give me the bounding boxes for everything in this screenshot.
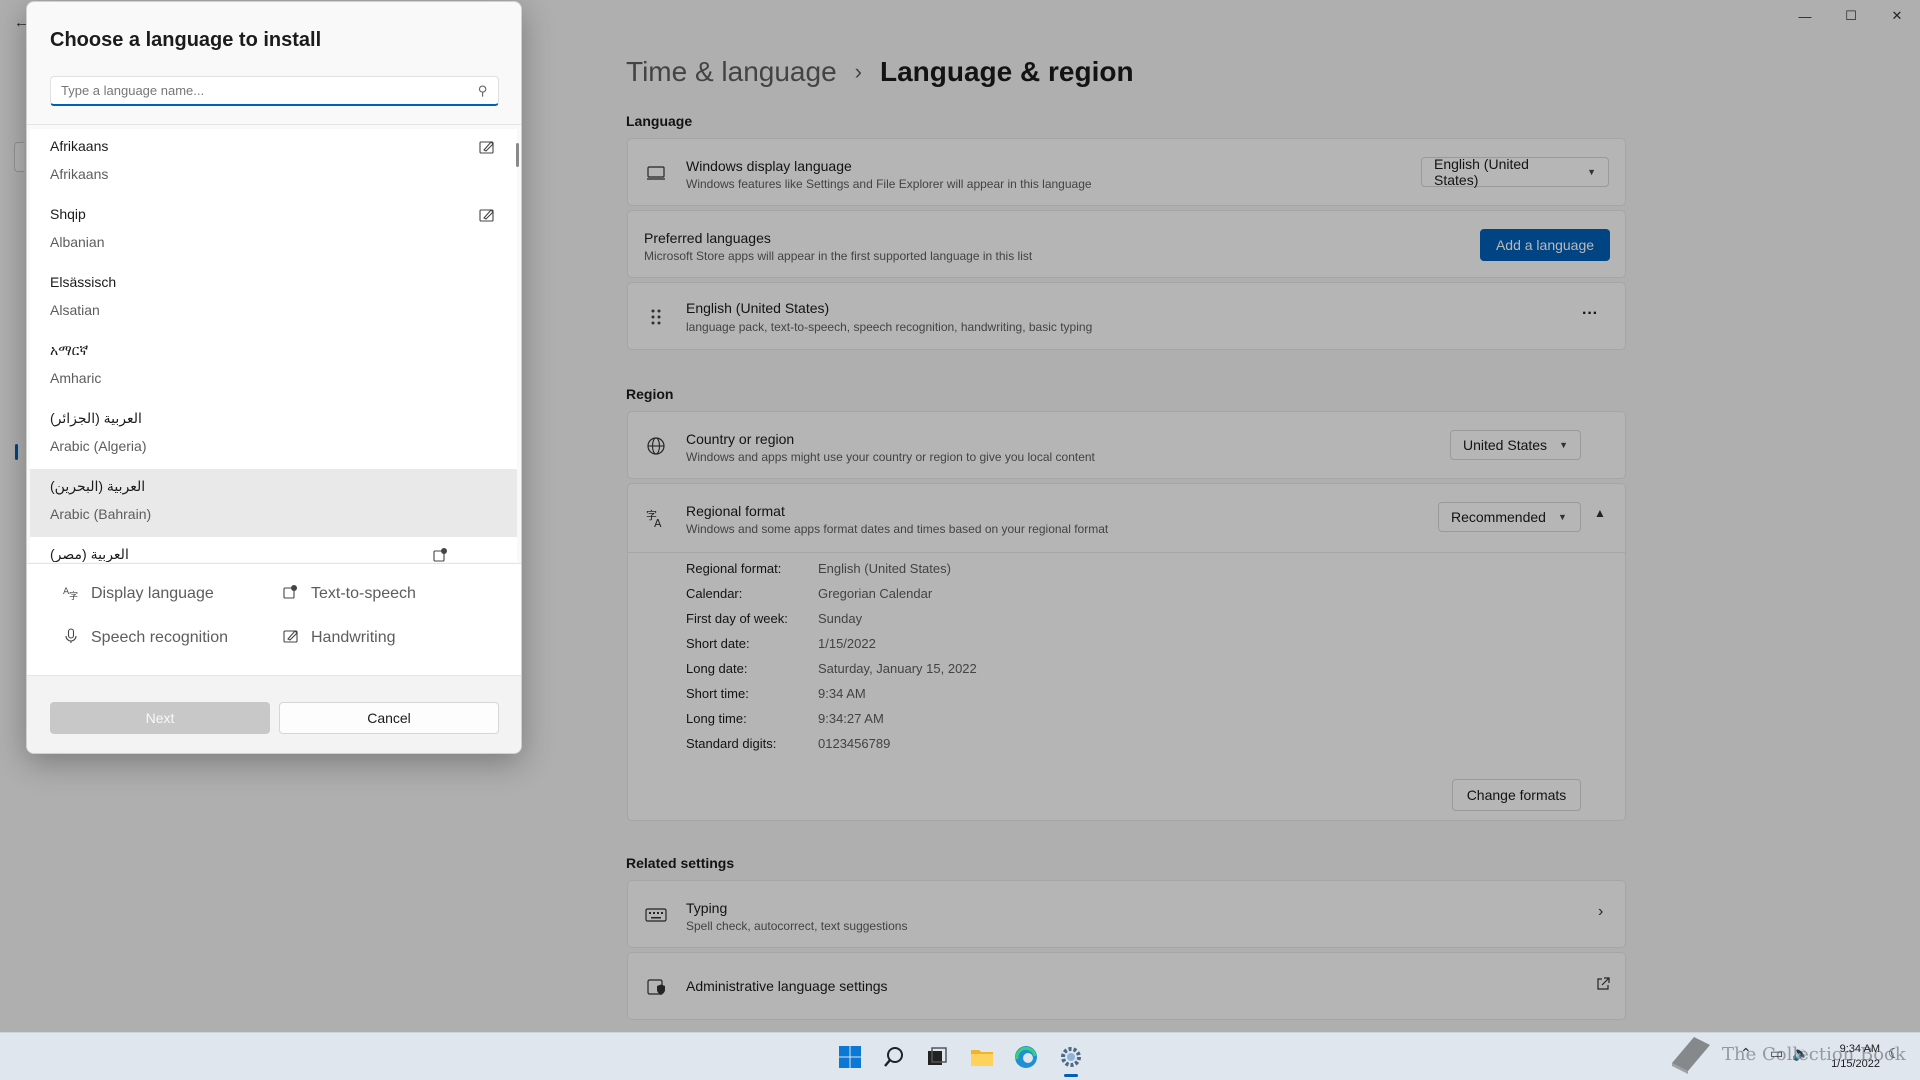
dialog-footer: Next Cancel [27, 675, 521, 753]
language-item-albanian[interactable]: Shqip Albanian [30, 197, 517, 265]
edge-icon[interactable] [1010, 1041, 1042, 1073]
start-icon[interactable] [834, 1041, 866, 1073]
task-view-icon[interactable] [921, 1041, 953, 1073]
language-item-alsatian[interactable]: Elsässisch Alsatian [30, 265, 517, 333]
watermark-text: The Collection Book [1722, 1043, 1906, 1065]
language-list[interactable]: Afrikaans Afrikaans Shqip Albanian Elsäs… [30, 129, 517, 562]
language-item-arabic-egypt[interactable]: العربية (مصر) [30, 537, 517, 562]
cancel-button[interactable]: Cancel [279, 702, 499, 734]
language-english-name: Arabic (Bahrain) [50, 506, 152, 522]
search-icon[interactable] [878, 1041, 910, 1073]
dialog-title: Choose a language to install [50, 29, 322, 51]
next-button[interactable]: Next [50, 702, 270, 734]
watermark: The Collection Book [1668, 1033, 1906, 1075]
language-english-name: Arabic (Algeria) [50, 438, 147, 454]
divider [27, 124, 521, 125]
language-english-name: Alsatian [50, 302, 100, 318]
language-item-arabic-bahrain[interactable]: العربية (البحرين) Arabic (Bahrain) [30, 469, 517, 537]
file-explorer-icon[interactable] [966, 1041, 998, 1073]
taskbar: ⌃ ▭ 🔉 9:34 AM 1/15/2022 ☾ [0, 1032, 1920, 1080]
svg-text:字: 字 [69, 590, 78, 600]
language-native-name: አማርኛ [50, 342, 89, 358]
legend-label: Speech recognition [91, 628, 228, 646]
language-item-afrikaans[interactable]: Afrikaans Afrikaans [30, 129, 517, 197]
legend-text-to-speech: Text-to-speech [283, 584, 416, 603]
choose-language-dialog: Choose a language to install ⚲ Afrikaans… [26, 1, 522, 754]
language-item-arabic-algeria[interactable]: العربية (الجزائر) Arabic (Algeria) [30, 401, 517, 469]
text-to-speech-icon [283, 584, 299, 603]
language-english-name: Afrikaans [50, 166, 109, 182]
book-logo-icon [1672, 1037, 1710, 1074]
language-native-name: Afrikaans [50, 138, 109, 154]
handwriting-icon [479, 139, 495, 158]
legend-speech-recognition: Speech recognition [63, 628, 228, 647]
microphone-icon [63, 628, 79, 647]
search-icon[interactable]: ⚲ [478, 83, 488, 99]
legend-handwriting: Handwriting [283, 628, 395, 647]
legend-label: Display language [91, 584, 214, 602]
language-native-name: العربية (الجزائر) [50, 410, 142, 426]
handwriting-icon [283, 628, 299, 647]
legend-display-language: A字 Display language [63, 584, 214, 603]
legend-label: Text-to-speech [311, 584, 416, 602]
active-app-indicator [1064, 1074, 1078, 1077]
language-english-name: Amharic [50, 370, 102, 386]
language-native-name: Elsässisch [50, 274, 117, 290]
list-scrollbar-thumb[interactable] [516, 143, 519, 167]
text-to-speech-icon [433, 547, 449, 562]
language-native-name: العربية (مصر) [50, 546, 129, 562]
legend-label: Handwriting [311, 628, 396, 646]
language-item-amharic[interactable]: አማርኛ Amharic [30, 333, 517, 401]
language-native-name: Shqip [50, 206, 86, 222]
settings-icon[interactable] [1055, 1041, 1087, 1073]
display-language-icon: A字 [63, 584, 79, 603]
feature-legend: A字 Display language Text-to-speech Speec… [27, 563, 521, 675]
language-search-box[interactable]: ⚲ [50, 76, 499, 106]
handwriting-icon [479, 207, 495, 226]
language-english-name: Albanian [50, 234, 105, 250]
language-native-name: العربية (البحرين) [50, 478, 146, 494]
language-search-input[interactable] [61, 83, 479, 98]
